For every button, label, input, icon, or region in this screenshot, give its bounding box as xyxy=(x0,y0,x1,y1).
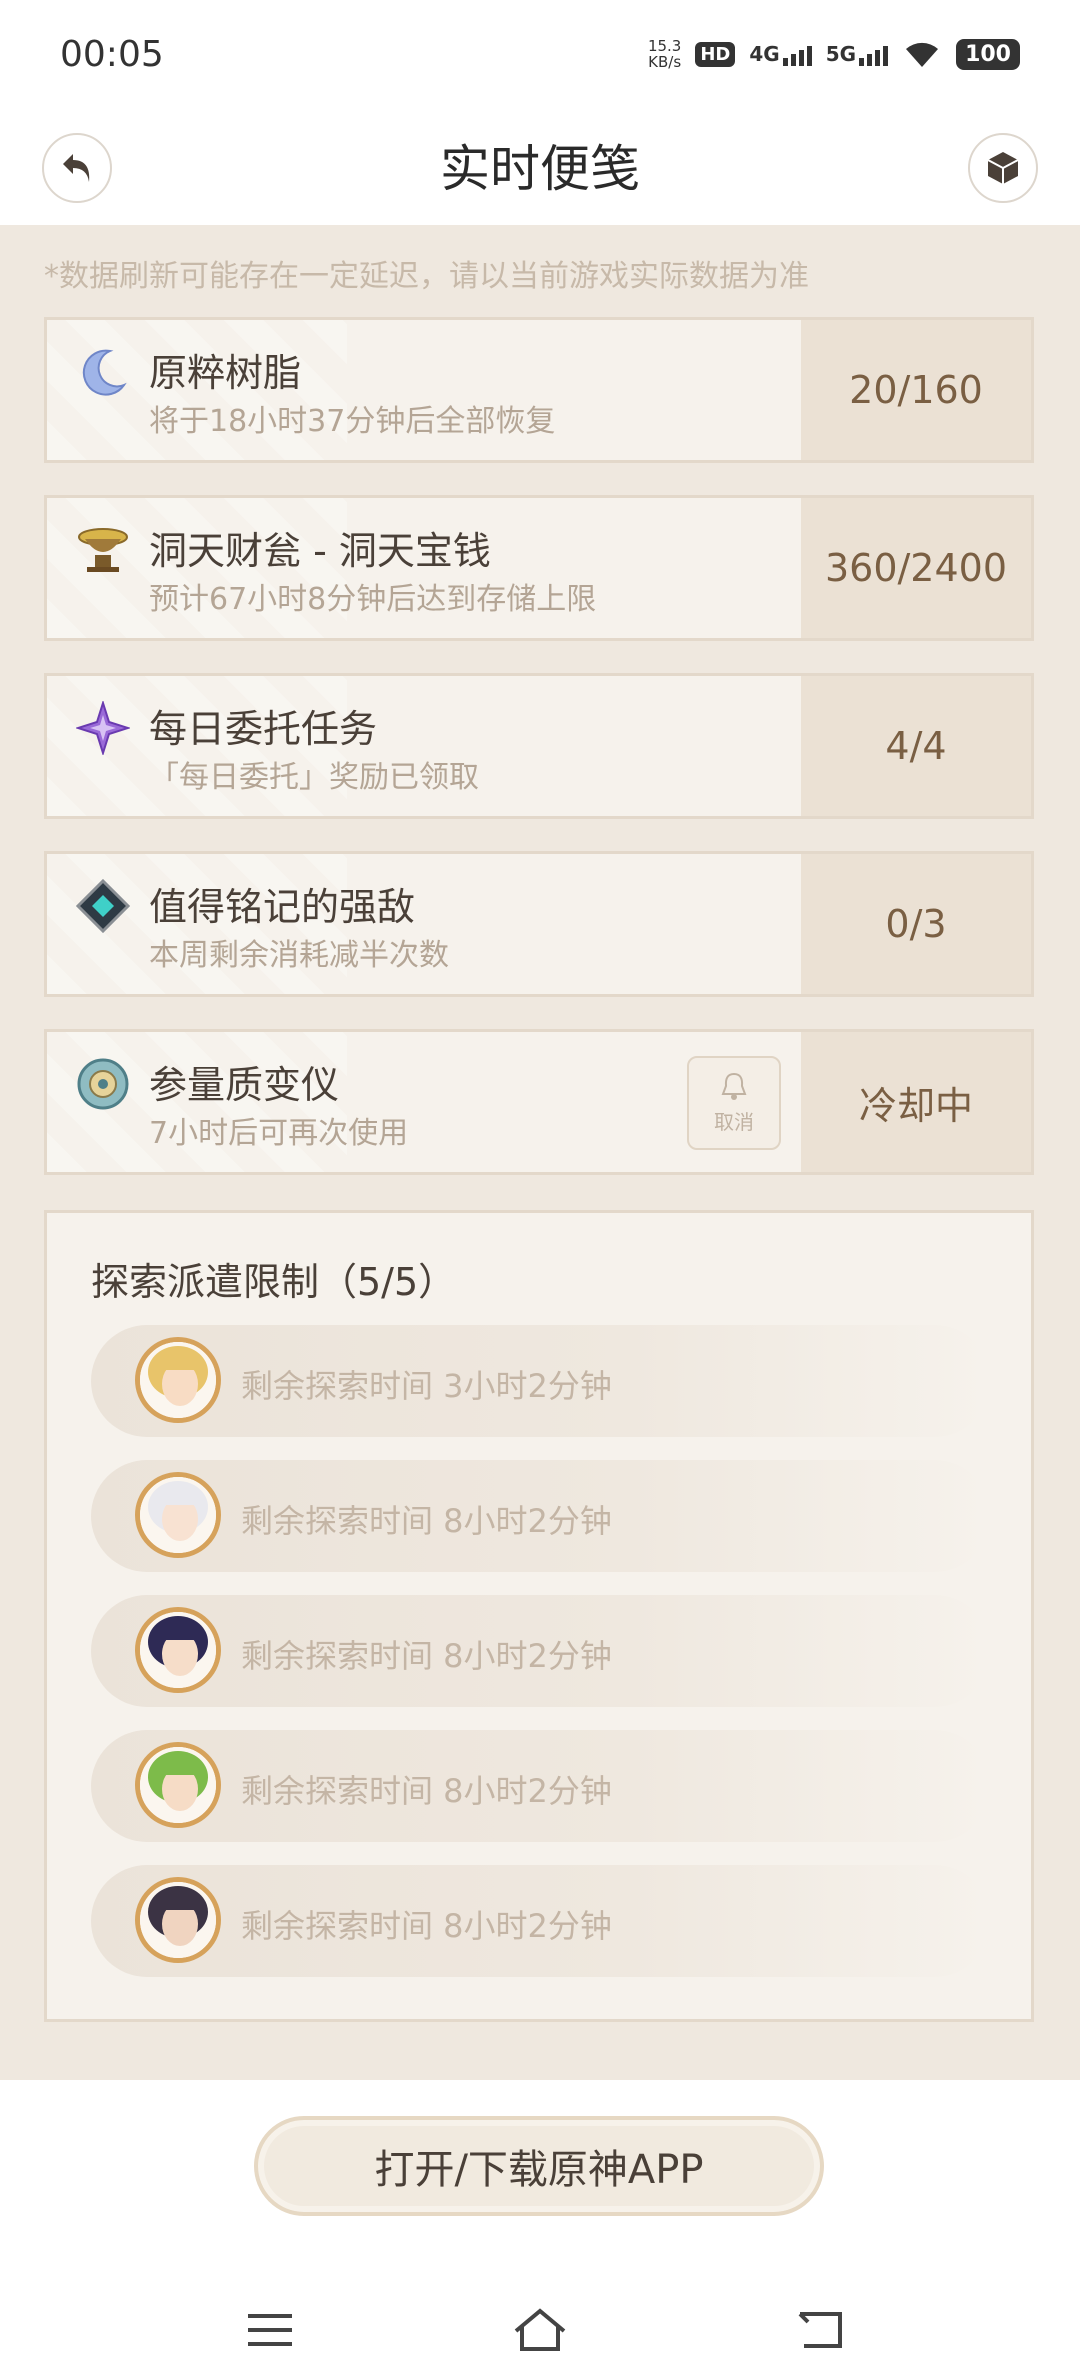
card-desc: 本周剩余消耗减半次数 xyxy=(149,938,449,973)
card-name: 值得铭记的强敌 xyxy=(149,885,416,929)
notes-content: *数据刷新可能存在一定延迟，请以当前游戏实际数据为准 原粹树脂 将于18小时37… xyxy=(0,225,1080,2080)
card-value: 360/2400 xyxy=(801,498,1031,638)
status-time: 00:05 xyxy=(60,34,164,75)
card-name: 参量质变仪 xyxy=(149,1063,340,1107)
open-app-button[interactable]: 打开/下载原神APP xyxy=(254,2116,824,2216)
card-value: 0/3 xyxy=(801,854,1031,994)
expedition-time: 剩余探索时间 8小时2分钟 xyxy=(241,1907,612,1945)
expedition-item: 剩余探索时间 3小时2分钟 xyxy=(91,1325,991,1437)
resin-card: 原粹树脂 将于18小时37分钟后全部恢复 20/160 xyxy=(44,317,1034,463)
cancel-reminder-button[interactable]: 取消 xyxy=(687,1056,781,1150)
bottom-area: 打开/下载原神APP xyxy=(0,2080,1080,2376)
card-value: 4/4 xyxy=(801,676,1031,816)
transformer-card: 参量质变仪 7小时后可再次使用 取消 冷却中 xyxy=(44,1029,1034,1175)
commission-star-icon xyxy=(75,700,131,756)
expedition-item: 剩余探索时间 8小时2分钟 xyxy=(91,1460,991,1572)
cube-button[interactable] xyxy=(968,133,1038,203)
refresh-notice: *数据刷新可能存在一定延迟，请以当前游戏实际数据为准 xyxy=(44,259,809,294)
network-speed: 15.3 KB/s xyxy=(648,38,681,70)
system-navbar xyxy=(0,2290,1080,2376)
wifi-icon xyxy=(906,42,939,67)
character-avatar xyxy=(135,1877,221,1963)
card-name: 原粹树脂 xyxy=(149,351,302,395)
character-avatar xyxy=(135,1742,221,1828)
expedition-item: 剩余探索时间 8小时2分钟 xyxy=(91,1865,991,1977)
realm-currency-card: 洞天财瓮 - 洞天宝钱 预计67小时8分钟后达到存储上限 360/2400 xyxy=(44,495,1034,641)
speed-value: 15.3 xyxy=(647,37,682,55)
card-name: 每日委托任务 xyxy=(149,707,378,751)
card-desc: 预计67小时8分钟后达到存储上限 xyxy=(149,582,597,617)
expedition-title: 探索派遣限制（5/5） xyxy=(91,1260,457,1304)
moon-resin-icon xyxy=(75,344,131,400)
signal-4g-icon: 4G xyxy=(749,42,812,66)
card-desc: 「每日委托」奖励已领取 xyxy=(149,760,479,795)
hd-icon: HD xyxy=(695,41,736,67)
weekly-boss-card: 值得铭记的强敌 本周剩余消耗减半次数 0/3 xyxy=(44,851,1034,997)
card-value: 20/160 xyxy=(801,320,1031,460)
expedition-item: 剩余探索时间 8小时2分钟 xyxy=(91,1730,991,1842)
treasure-pot-icon xyxy=(75,522,131,578)
card-name: 洞天财瓮 - 洞天宝钱 xyxy=(149,529,491,573)
cancel-label: 取消 xyxy=(714,1109,754,1134)
card-desc: 将于18小时37分钟后全部恢复 xyxy=(149,404,556,439)
header: 实时便笺 xyxy=(0,115,1080,225)
character-avatar xyxy=(135,1607,221,1693)
character-avatar xyxy=(135,1472,221,1558)
expedition-time: 剩余探索时间 3小时2分钟 xyxy=(241,1367,612,1405)
weekly-boss-icon xyxy=(75,878,131,934)
daily-commission-card: 每日委托任务 「每日委托」奖励已领取 4/4 xyxy=(44,673,1034,819)
status-bar: 00:05 15.3 KB/s HD 4G 5G 100 xyxy=(0,0,1080,115)
home-icon[interactable] xyxy=(510,2300,570,2360)
status-icons: 15.3 KB/s HD 4G 5G 100 xyxy=(648,38,1020,70)
expedition-panel: 探索派遣限制（5/5） 剩余探索时间 3小时2分钟 剩余探索时间 8小时2分钟 剩余… xyxy=(44,1210,1034,2022)
card-desc: 7小时后可再次使用 xyxy=(149,1116,409,1151)
speed-unit: KB/s xyxy=(648,53,682,71)
bell-icon xyxy=(721,1072,747,1100)
expedition-item: 剩余探索时间 8小时2分钟 xyxy=(91,1595,991,1707)
menu-icon[interactable] xyxy=(240,2300,300,2360)
expedition-time: 剩余探索时间 8小时2分钟 xyxy=(241,1502,612,1540)
battery-icon: 100 xyxy=(956,38,1020,70)
card-value: 冷却中 xyxy=(801,1032,1031,1172)
page-title: 实时便笺 xyxy=(440,140,640,198)
net2-label: 5G xyxy=(825,42,857,66)
expedition-time: 剩余探索时间 8小时2分钟 xyxy=(241,1772,612,1810)
expedition-time: 剩余探索时间 8小时2分钟 xyxy=(241,1637,612,1675)
net1-label: 4G xyxy=(749,42,780,66)
cube-icon xyxy=(987,152,1019,184)
signal-5g-icon: 5G xyxy=(825,42,889,66)
transformer-icon xyxy=(75,1056,131,1112)
back-icon[interactable] xyxy=(790,2300,850,2360)
character-avatar xyxy=(135,1337,221,1423)
